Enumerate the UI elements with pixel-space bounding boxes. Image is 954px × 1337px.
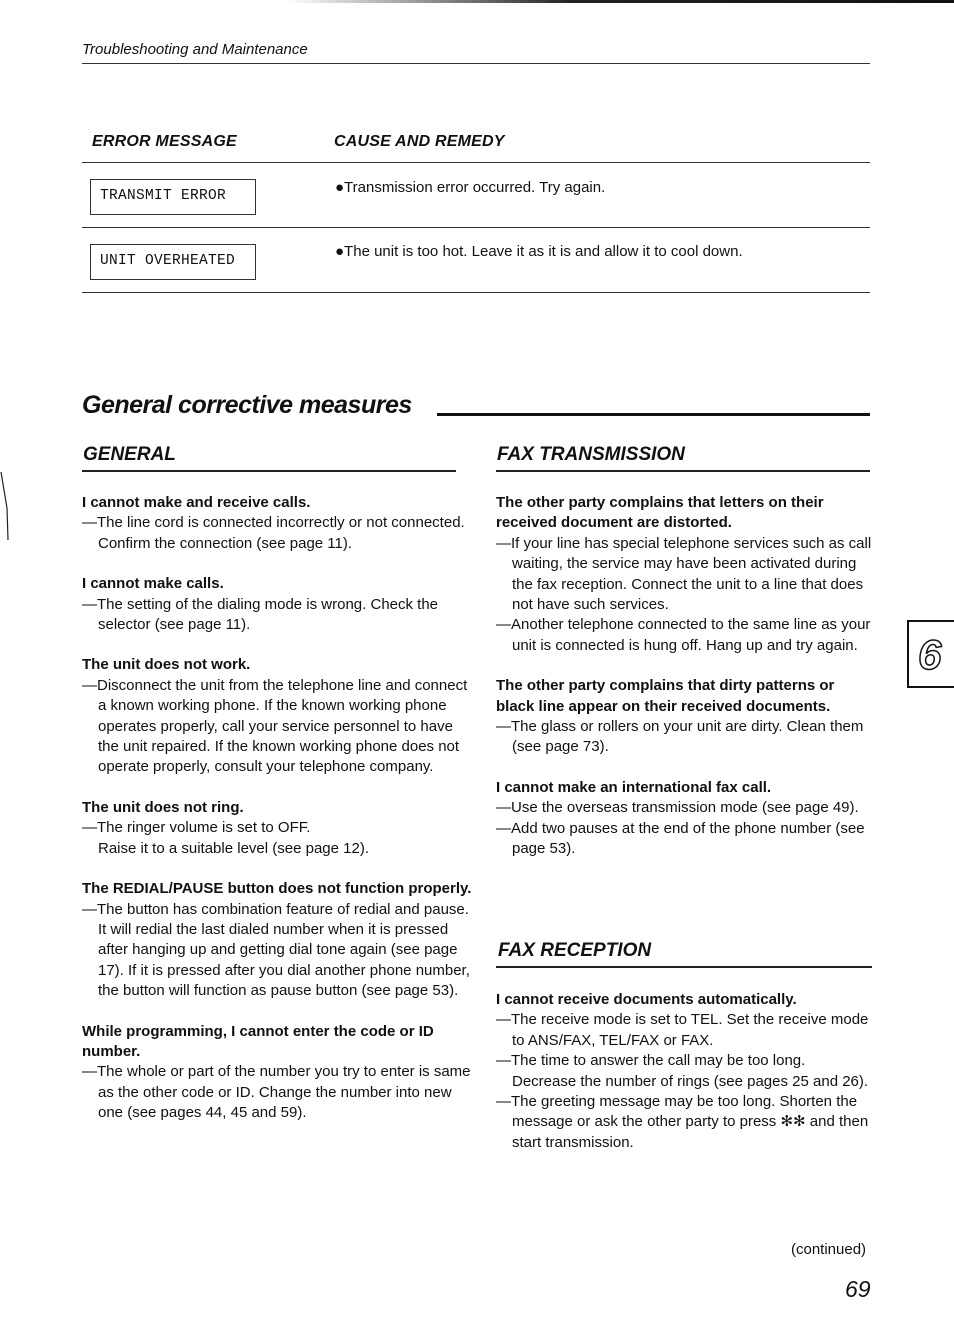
fax-reception-heading: FAX RECEPTION — [498, 940, 652, 961]
running-head: Troubleshooting and Maintenance — [82, 41, 308, 58]
faq-item: I cannot make and receive calls. —The li… — [82, 493, 472, 554]
faq-question: I cannot make and receive calls. — [82, 494, 311, 511]
faq-question: The unit does not ring. — [82, 798, 244, 816]
faq-answer: —Another telephone connected to the same… — [496, 616, 871, 654]
faq-question: The other party complains that letters o… — [496, 494, 824, 532]
general-list: I cannot make and receive calls. —The li… — [82, 493, 472, 1144]
page-number: 69 — [845, 1276, 871, 1302]
faq-answer: —The line cord is connected incorrectly … — [82, 514, 465, 552]
continued-label: (continued) — [791, 1241, 867, 1258]
section-rule — [437, 413, 870, 416]
general-heading: GENERAL — [83, 444, 176, 465]
faq-question: I cannot make an international fax call. — [496, 778, 772, 796]
error-message-header: ERROR MESSAGE — [92, 133, 237, 150]
faq-item: The other party complains that letters o… — [496, 493, 872, 656]
scan-mark — [0, 471, 9, 541]
fax-transmission-list: The other party complains that letters o… — [496, 493, 872, 880]
faq-question: The other party complains that dirty pat… — [496, 677, 835, 715]
scan-edge — [0, 0, 954, 3]
faq-item: The other party complains that dirty pat… — [496, 676, 872, 758]
section-title: General corrective measures — [82, 391, 412, 419]
lcd-message-unit-overheated: UNIT OVERHEATED — [90, 244, 256, 280]
faq-answer: —The glass or rollers on your unit are d… — [496, 718, 864, 756]
faq-answer: —The setting of the dialing mode is wron… — [82, 595, 439, 634]
faq-item: The unit does not work. —Disconnect the … — [82, 655, 472, 777]
faq-item: While programming, I cannot enter the co… — [82, 1022, 472, 1124]
divider — [496, 966, 872, 968]
faq-answer-continued: Raise it to a suitable level (see page 1… — [98, 839, 369, 857]
faq-question: While programming, I cannot enter the co… — [82, 1022, 434, 1060]
faq-answer: —The time to answer the call may be too … — [496, 1052, 869, 1090]
faq-question: The REDIAL/PAUSE button does not functio… — [82, 880, 472, 898]
divider — [82, 227, 870, 228]
cause-remedy-header: CAUSE AND REMEDY — [334, 133, 505, 150]
faq-answer: —Disconnect the unit from the telephone … — [82, 676, 468, 776]
faq-answer: —The greeting message may be too long. S… — [496, 1093, 869, 1151]
faq-answer: —Add two pauses at the end of the phone … — [496, 819, 865, 858]
faq-answer: —The whole or part of the number you try… — [82, 1063, 471, 1122]
faq-item: I cannot make an international fax call.… — [496, 778, 872, 860]
chapter-number: 6 — [917, 630, 942, 679]
faq-item: The REDIAL/PAUSE button does not functio… — [82, 879, 472, 1001]
faq-item: The unit does not ring. —The ringer volu… — [82, 798, 472, 859]
faq-question: I cannot make calls. — [82, 575, 224, 593]
lcd-message-transmit-error: TRANSMIT ERROR — [90, 179, 256, 215]
faq-item: I cannot make calls. —The setting of the… — [82, 574, 472, 635]
divider — [82, 63, 870, 64]
faq-answer: —The receive mode is set to TEL. Set the… — [496, 1011, 869, 1049]
remedy-text: ●The unit is too hot. Leave it as it is … — [335, 243, 743, 260]
faq-answer: —The ringer volume is set to OFF. — [82, 819, 311, 837]
divider — [82, 292, 870, 293]
fax-transmission-heading: FAX TRANSMISSION — [497, 444, 685, 465]
faq-answer: —The button has combination feature of r… — [82, 900, 470, 1000]
divider — [82, 162, 870, 163]
fax-reception-list: I cannot receive documents automatically… — [496, 990, 872, 1173]
divider — [496, 470, 870, 472]
faq-answer: —Use the overseas transmission mode (see… — [496, 799, 859, 817]
chapter-tab: 6 — [907, 620, 954, 688]
faq-question: I cannot receive documents automatically… — [496, 991, 797, 1008]
faq-answer: —If your line has special telephone serv… — [496, 534, 872, 614]
faq-question: The unit does not work. — [82, 656, 251, 674]
faq-item: I cannot receive documents automatically… — [496, 990, 872, 1153]
divider — [82, 470, 456, 472]
remedy-text: ●Transmission error occurred. Try again. — [335, 179, 606, 196]
